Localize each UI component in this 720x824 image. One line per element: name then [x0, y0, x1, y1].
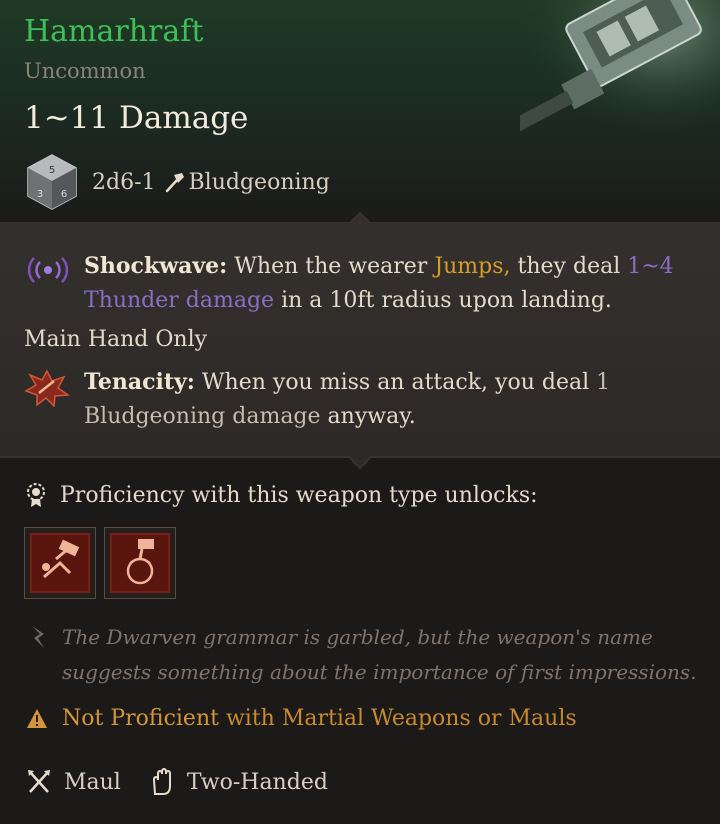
unlock-slot[interactable]: [24, 527, 96, 599]
item-tooltip: Hamarhraft Uncommon 1~11 Damage 5 3 6 2d…: [0, 0, 720, 824]
passive-name: Shockwave:: [84, 253, 228, 279]
dice-icon: 5 3 6: [27, 154, 77, 210]
thunder-damage-keyword[interactable]: Thunder damage: [84, 288, 274, 313]
not-proficient-label: Not Proficient: [62, 706, 219, 731]
prone-strike-icon: [30, 533, 90, 593]
damage-type: Bludgeoning: [188, 169, 330, 195]
martial-weapons-mauls-keyword[interactable]: with Martial Weapons or Mauls: [226, 706, 577, 731]
proficiency-row: Proficiency with this weapon type unlock…: [24, 482, 538, 508]
crossed-weapons-icon: [28, 770, 50, 793]
jumps-keyword[interactable]: Jumps,: [434, 254, 510, 279]
flavor-text: The Dwarven grammar is garbled, but the …: [62, 625, 697, 684]
tenacity-icon: [24, 369, 70, 407]
handedness[interactable]: Two-Handed: [187, 770, 328, 795]
hammer-icon: [165, 173, 184, 193]
item-name: Hamarhraft: [24, 14, 204, 49]
concussive-smash-icon: [110, 533, 170, 593]
shockwave-icon: [27, 257, 69, 283]
medal-icon: [27, 483, 45, 507]
proficiency-unlocks: [24, 527, 176, 599]
damage-range: 1~11 Damage: [24, 100, 249, 136]
weapon-art-image: [520, 0, 720, 150]
svg-text:6: 6: [61, 189, 67, 200]
passive-name: Tenacity:: [84, 369, 195, 395]
unlock-slot[interactable]: [104, 527, 176, 599]
proficiency-label: Proficiency with this weapon type unlock…: [60, 482, 538, 508]
weapon-properties: Maul Two-Handed: [26, 768, 356, 796]
weapon-type[interactable]: Maul: [64, 770, 121, 795]
passive-shockwave[interactable]: Shockwave: When the wearer Jumps, they d…: [24, 249, 714, 318]
svg-text:3: 3: [37, 189, 43, 200]
thunder-damage-value[interactable]: 1~4: [627, 254, 673, 279]
passive-text: they deal: [517, 254, 621, 279]
svg-text:5: 5: [49, 165, 55, 176]
damage-dice-row: 5 3 6 2d6-1 Bludgeoning: [26, 152, 330, 212]
tenacity-value: 1: [596, 370, 611, 395]
passive-tenacity[interactable]: Tenacity: When you miss an attack, you d…: [24, 365, 714, 434]
item-rarity: Uncommon: [24, 59, 146, 83]
warning-icon: [27, 708, 47, 728]
proficiency-warning: Not Proficient with Martial Weapons or M…: [26, 706, 577, 731]
passive-text: in a 10ft radius upon landing.: [281, 288, 612, 313]
damage-dice: 2d6-1: [92, 169, 156, 195]
main-hand-only-label: Main Hand Only: [24, 327, 208, 352]
passives-panel: Shockwave: When the wearer Jumps, they d…: [0, 223, 720, 457]
passive-text: When the wearer: [234, 254, 428, 279]
quill-icon: [32, 626, 44, 648]
bludgeoning-damage-keyword[interactable]: Bludgeoning damage: [84, 404, 321, 429]
passive-text: When you miss an attack, you deal: [201, 370, 590, 395]
passive-text: anyway.: [327, 404, 416, 429]
hand-icon: [152, 768, 171, 795]
